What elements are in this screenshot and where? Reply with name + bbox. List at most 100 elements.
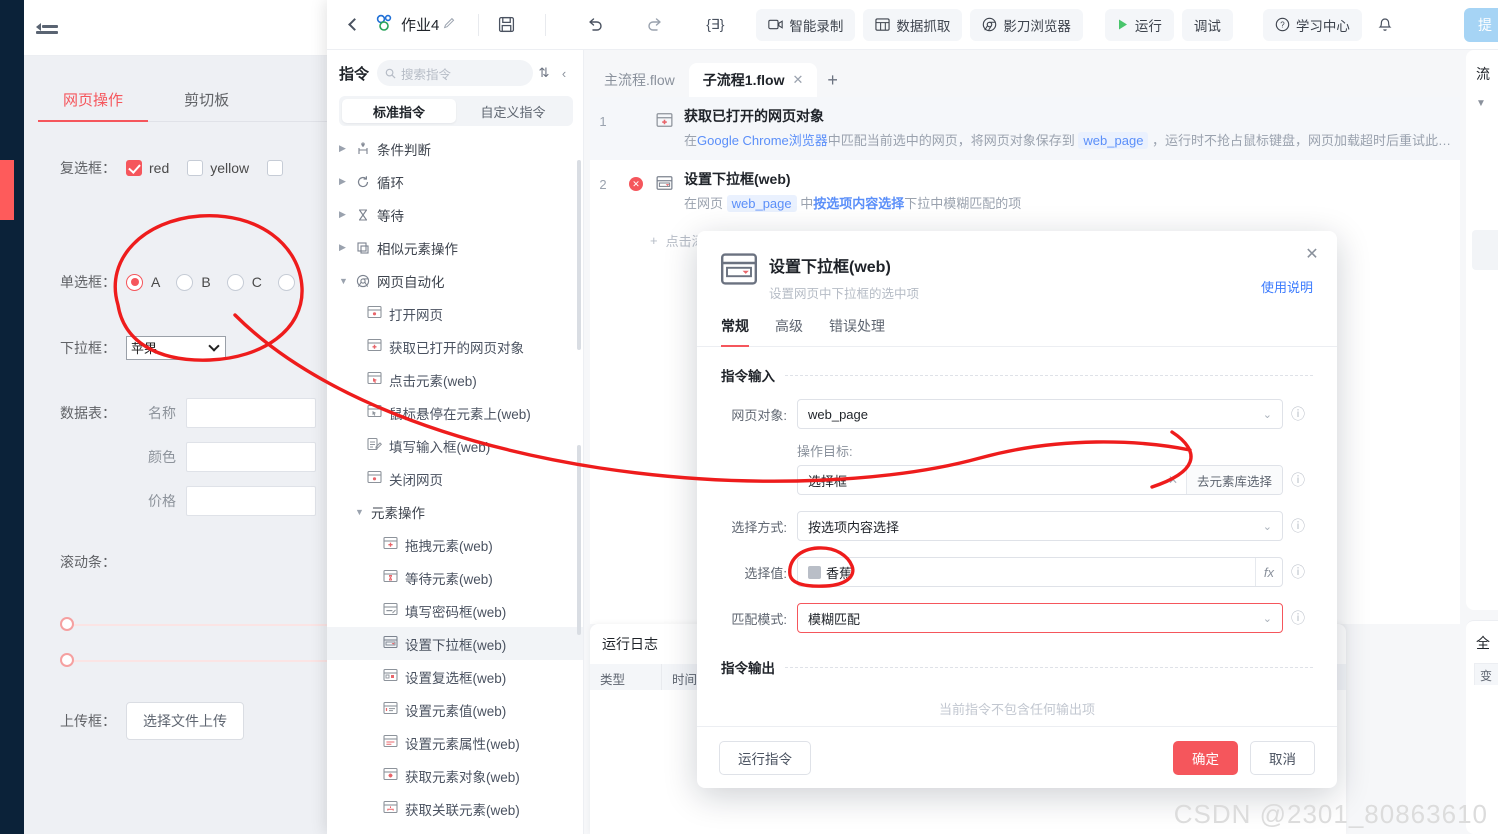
flow-tab-sub1[interactable]: 子流程1.flow ✕ [688, 63, 818, 97]
window-click-icon [367, 371, 382, 388]
window-select-icon [656, 169, 684, 212]
dropdown-row-label: 下拉框： [60, 340, 116, 356]
confirm-button[interactable]: 确定 [1173, 740, 1238, 775]
set-dropdown-dialog: ✕ 设置下拉框(web) 设置网页中下拉框的选中项 使用说明 常规 高级 错误处… [697, 231, 1337, 788]
dialog-tab-error-handling[interactable]: 错误处理 [829, 316, 885, 346]
tree-leaf-set-dropdown[interactable]: 设置下拉框(web) [327, 627, 583, 660]
redo-button[interactable] [638, 8, 672, 42]
window-wait-icon [383, 569, 398, 586]
flow-tab-main[interactable]: 主流程.flow [590, 63, 689, 97]
pick-from-element-library-button[interactable]: 去元素库选择 [1185, 466, 1282, 494]
back-button[interactable] [337, 8, 371, 42]
data-grab-button[interactable]: 数据抓取 [863, 8, 963, 41]
segment-standard[interactable]: 标准指令 [342, 99, 456, 123]
table-grab-icon [875, 18, 890, 31]
window-get-icon [383, 767, 398, 784]
tab-webpage-ops[interactable]: 网页操作 [38, 89, 148, 122]
match-mode-select[interactable]: 模糊匹配 ⌄ [797, 603, 1283, 633]
tree-leaf-get-related[interactable]: 获取关联元素(web) [327, 792, 583, 825]
tree-leaf-wait-element[interactable]: 等待元素(web) [327, 561, 583, 594]
tree-leaf-set-checkbox[interactable]: 设置复选框(web) [327, 660, 583, 693]
tree-leaf-set-value[interactable]: 设置元素值(web) [327, 693, 583, 726]
tree-group-loop[interactable]: ▶ 循环 [327, 165, 583, 198]
info-icon[interactable]: ⓘ [1283, 404, 1313, 424]
collapse-left-icon[interactable]: ‹ [555, 66, 573, 81]
segment-custom[interactable]: 自定义指令 [456, 99, 570, 123]
clear-target-icon[interactable]: ✕ [1160, 473, 1186, 487]
tree-leaf-open-page[interactable]: 打开网页 [327, 297, 583, 330]
info-icon[interactable]: ⓘ [1283, 516, 1313, 536]
slider-knob-1[interactable] [60, 617, 74, 631]
flow-step-2[interactable]: 2 ✕ 设置下拉框(web) 在网页 web_page 中按选项内容选择下拉中模… [590, 160, 1460, 223]
notifications-button[interactable] [1370, 10, 1400, 40]
tree-leaf-get-page[interactable]: 获取已打开的网页对象 [327, 330, 583, 363]
slider-knob-2[interactable] [60, 653, 74, 667]
tab-clipboard[interactable]: 剪切板 [152, 89, 262, 120]
tree-group-wait[interactable]: ▶ 等待 [327, 198, 583, 231]
run-command-button[interactable]: 运行指令 [719, 740, 811, 775]
sort-icon[interactable]: ⇅ [533, 65, 555, 81]
field-price-input[interactable] [186, 486, 316, 516]
smart-record-button[interactable]: 智能录制 [756, 8, 856, 41]
checkbox-yellow[interactable] [187, 160, 204, 176]
tree-leaf-fill-input[interactable]: 填写输入框(web) [327, 429, 583, 462]
radio-d[interactable] [277, 273, 295, 291]
tree-group-condition[interactable]: ▶ 条件判断 [327, 132, 583, 165]
checkbox-third[interactable] [267, 160, 284, 176]
undo-button[interactable] [578, 8, 612, 42]
pencil-icon[interactable] [443, 17, 456, 33]
radio-c[interactable] [226, 273, 244, 291]
outline-item[interactable] [1472, 230, 1498, 270]
command-search-box[interactable]: 搜索指令 [377, 60, 533, 86]
flow-step-1[interactable]: 1 获取已打开的网页对象 在Google Chrome浏览器中匹配当前选中的网页… [590, 97, 1460, 160]
upload-file-button[interactable]: 选择文件上传 [126, 702, 244, 740]
select-mode-select[interactable]: 按选项内容选择 ⌄ [797, 511, 1283, 541]
tree-leaf-set-attr[interactable]: 设置元素属性(web) [327, 726, 583, 759]
tree-leaf-close-page[interactable]: 关闭网页 [327, 462, 583, 495]
save-button[interactable] [489, 8, 523, 42]
command-search-placeholder: 搜索指令 [401, 67, 452, 82]
info-icon[interactable]: ⓘ [1283, 562, 1313, 582]
menu-hamburger-icon[interactable] [36, 18, 58, 36]
info-icon[interactable]: ⓘ [1283, 608, 1313, 628]
command-tree-scrollbar-lower[interactable] [577, 445, 581, 635]
radio-b[interactable] [176, 273, 194, 291]
radio-a[interactable] [126, 273, 143, 291]
field-color-input[interactable] [186, 442, 316, 472]
step-status[interactable]: ✕ [616, 169, 656, 212]
fruit-select-wrapper[interactable]: 苹果 [126, 336, 226, 360]
web-object-select[interactable]: web_page ⌄ [797, 399, 1283, 429]
browser-side-red-tab[interactable] [0, 160, 14, 220]
tree-group-similar[interactable]: ▶ 相似元素操作 [327, 231, 583, 264]
submit-button[interactable]: 提 [1464, 8, 1498, 42]
dialog-tab-general[interactable]: 常规 [721, 316, 749, 347]
command-tree-scrollbar[interactable] [577, 160, 581, 350]
target-input-group[interactable]: 选择框 ✕ 去元素库选择 [797, 465, 1283, 495]
dialog-tab-advanced[interactable]: 高级 [775, 316, 803, 346]
fruit-select[interactable]: 苹果 [126, 336, 226, 360]
fx-button[interactable]: fx [1254, 558, 1282, 586]
code-view-button[interactable]: {∃} [698, 8, 732, 42]
chevron-down-icon[interactable]: ▼ [1466, 84, 1498, 109]
tree-leaf-hover[interactable]: 鼠标悬停在元素上(web) [327, 396, 583, 429]
learning-center-button[interactable]: ? 学习中心 [1262, 8, 1362, 41]
tree-group-element-ops[interactable]: ▼ 元素操作 [327, 495, 583, 528]
close-icon[interactable]: ✕ [792, 72, 803, 88]
tree-leaf-drag[interactable]: 拖拽元素(web) [327, 528, 583, 561]
checkbox-red[interactable] [126, 160, 142, 176]
tree-leaf-get-element[interactable]: 获取元素对象(web) [327, 759, 583, 792]
add-flow-tab-button[interactable]: + [817, 70, 848, 97]
field-name-input[interactable] [186, 398, 316, 428]
tree-leaf-fill-password[interactable]: 填写密码框(web) [327, 594, 583, 627]
browser-button[interactable]: 影刀浏览器 [970, 8, 1083, 41]
match-mode-value: 模糊匹配 [808, 611, 861, 627]
command-tree: ▶ 条件判断 ▶ 循环 ▶ 等待 ▶ 相似元素操作 ▼ 网页自动化 打开网页 获… [327, 132, 583, 825]
debug-button[interactable]: 调试 [1181, 8, 1233, 41]
tree-leaf-click[interactable]: 点击元素(web) [327, 363, 583, 396]
dialog-close-button[interactable]: ✕ [1301, 243, 1323, 265]
info-icon[interactable]: ⓘ [1283, 470, 1313, 490]
cancel-button[interactable]: 取消 [1250, 740, 1315, 775]
tree-group-web[interactable]: ▼ 网页自动化 [327, 264, 583, 297]
run-button[interactable]: 运行 [1104, 8, 1174, 41]
select-value-input[interactable]: 香蕉 fx [797, 557, 1283, 587]
